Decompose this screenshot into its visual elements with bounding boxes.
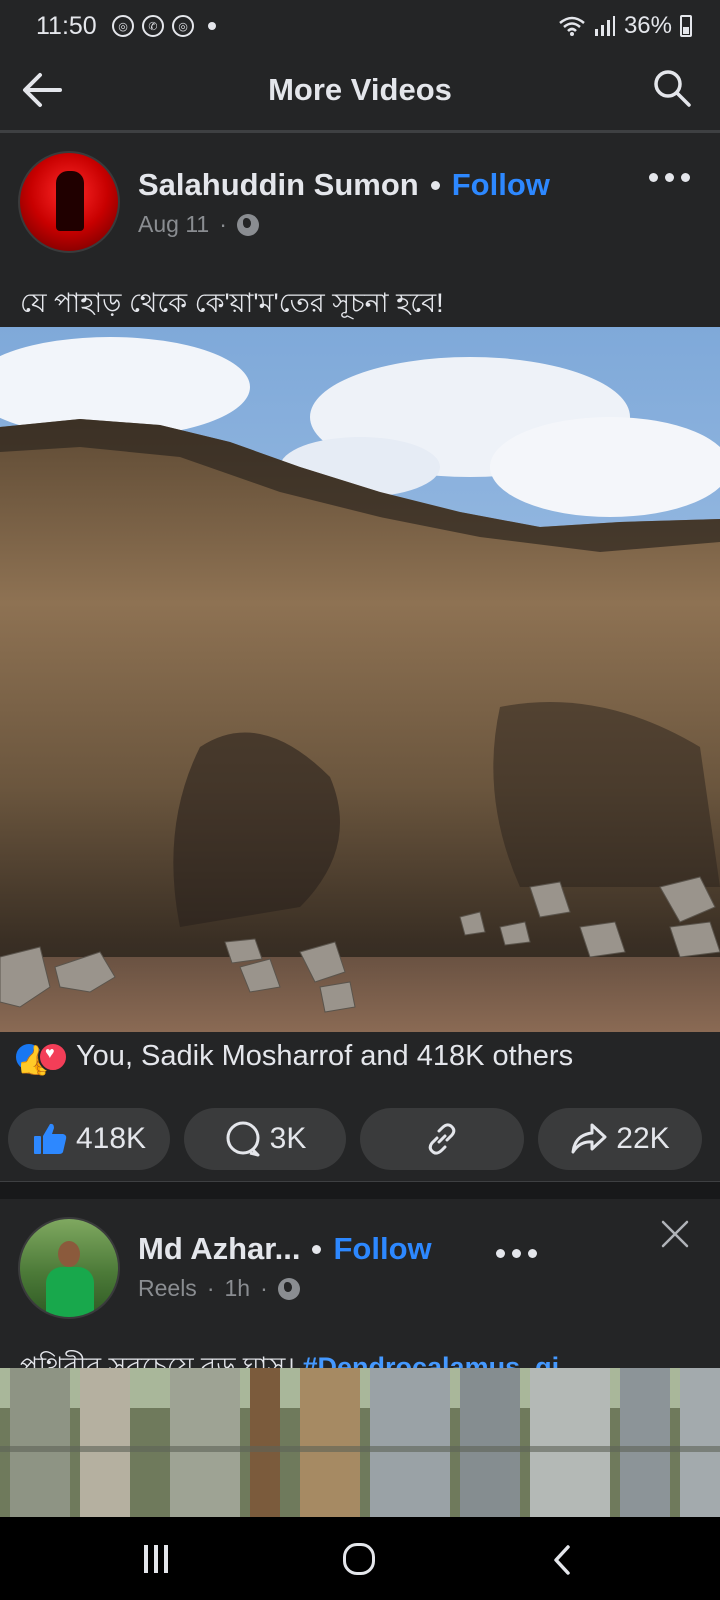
love-reaction-icon — [38, 1041, 68, 1072]
separator-dot — [430, 180, 440, 190]
globe-icon — [277, 1277, 300, 1300]
thumbs-up-icon — [33, 1123, 67, 1154]
post-meta: Aug 11 · — [138, 211, 259, 238]
whatsapp-icon: ✆ — [142, 15, 164, 37]
chrome-icon: ◎ — [112, 15, 134, 37]
share-icon — [571, 1123, 607, 1154]
post-caption: যে পাহাড় থেকে কে'য়া'ম'তের সূচনা হবে! — [20, 288, 444, 318]
battery-percent: 36% — [623, 12, 672, 39]
video-player[interactable] — [0, 327, 720, 1032]
follow-button[interactable]: Follow — [333, 1231, 431, 1267]
recent-apps-icon[interactable] — [144, 1545, 174, 1573]
like-count: 418K — [75, 1122, 147, 1155]
follow-button[interactable]: Follow — [452, 167, 550, 203]
share-button[interactable]: 22K — [538, 1108, 702, 1170]
link-icon — [428, 1123, 456, 1155]
like-button[interactable]: 418K — [8, 1108, 170, 1170]
battery-icon — [680, 15, 692, 37]
action-bar: 418K 3K 22K — [8, 1108, 712, 1170]
comment-button[interactable]: 3K — [184, 1108, 346, 1170]
back-icon[interactable] — [548, 1543, 578, 1577]
copy-link-button[interactable] — [360, 1108, 524, 1170]
close-icon[interactable] — [660, 1219, 690, 1249]
author-name[interactable]: Salahuddin Sumon — [138, 167, 419, 203]
page-title: More Videos — [268, 72, 452, 107]
status-bar: 11:50 ◎ ✆ ◎ 36% — [0, 0, 720, 52]
home-icon[interactable] — [343, 1543, 375, 1575]
video-frame — [0, 327, 720, 1032]
video-player[interactable] — [0, 1368, 720, 1518]
share-count: 22K — [616, 1122, 670, 1155]
post-divider — [0, 1181, 720, 1200]
system-navigation-bar — [0, 1517, 720, 1600]
chrome-icon: ◎ — [172, 15, 194, 37]
signal-icon — [594, 16, 615, 36]
reactions-text: You, Sadik Mosharrof and 418K others — [76, 1040, 574, 1072]
status-time: 11:50 — [36, 12, 97, 40]
search-icon[interactable] — [652, 68, 692, 108]
video-frame — [0, 1368, 720, 1518]
more-options-icon[interactable] — [496, 1249, 537, 1258]
post-source: Reels — [138, 1275, 197, 1301]
avatar[interactable] — [18, 1217, 120, 1319]
wifi-icon — [559, 16, 585, 36]
reactions-summary[interactable]: You, Sadik Mosharrof and 418K others — [14, 1040, 573, 1073]
notification-dot — [208, 22, 216, 30]
top-navigation: More Videos — [0, 52, 720, 133]
post-time: 1h — [224, 1275, 251, 1301]
comment-icon — [226, 1121, 260, 1157]
separator-dot — [312, 1244, 322, 1254]
globe-icon — [236, 213, 259, 236]
more-options-icon[interactable] — [649, 173, 690, 182]
post-meta: Reels · 1h · — [138, 1275, 300, 1302]
post-date: Aug 11 — [138, 211, 210, 237]
author-name[interactable]: Md Azhar... — [138, 1231, 300, 1267]
avatar[interactable] — [18, 151, 120, 253]
comment-count: 3K — [269, 1122, 307, 1155]
